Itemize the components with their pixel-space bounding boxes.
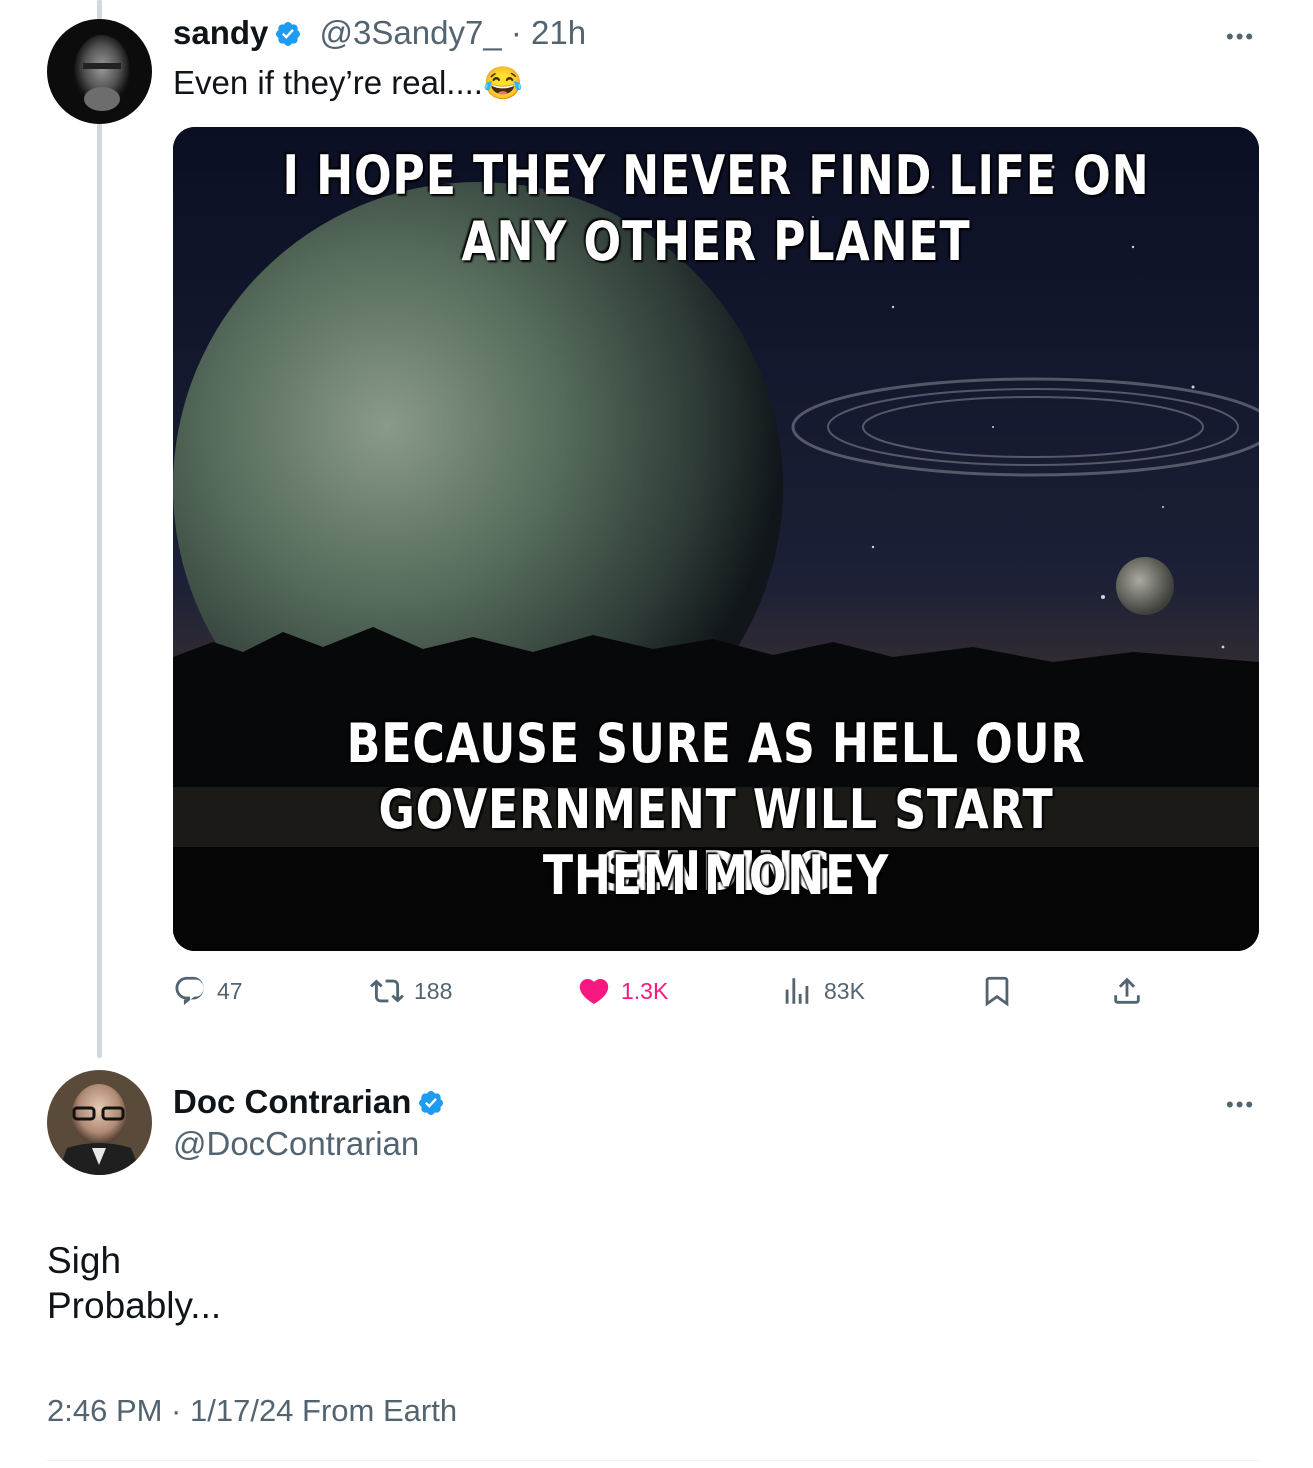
bookmark-button[interactable] [980, 974, 1014, 1008]
meme-top-line-1: I HOPE THEY NEVER FIND LIFE ON [282, 144, 1150, 207]
laughing-emoji-icon: 😂 [482, 65, 523, 101]
handle[interactable]: @DocContrarian [173, 1125, 419, 1163]
bottom-divider [47, 1460, 1260, 1461]
like-count: 1.3K [621, 977, 669, 1004]
views-chart-icon [785, 978, 809, 1004]
repost-count: 188 [414, 977, 453, 1004]
more-options-button[interactable]: ••• [1226, 24, 1255, 50]
thread-connector-line [97, 0, 102, 1058]
doc-contrarian-avatar[interactable] [47, 1070, 152, 1175]
avatar-image [47, 1070, 152, 1175]
reply-icon [175, 976, 204, 1006]
reply-header-name: Doc Contrarian [173, 1083, 445, 1121]
tweet-text-content: Even if they’re real.... [173, 64, 483, 101]
meme-bottom-line-1: BECAUSE SURE AS HELL OUR [346, 712, 1086, 775]
avatar-image [47, 19, 152, 124]
display-name[interactable]: sandy [173, 14, 268, 51]
ellipsis-icon: ••• [1226, 1092, 1256, 1117]
bookmark-icon [985, 976, 1009, 1007]
more-options-button[interactable]: ••• [1226, 1092, 1255, 1118]
tweet-image[interactable]: I HOPE THEY NEVER FIND LIFE ON ANY OTHER… [173, 127, 1259, 951]
views-button[interactable]: 83K [780, 974, 865, 1008]
verified-badge-icon [411, 1091, 445, 1117]
share-upload-icon [1114, 977, 1140, 1004]
repost-button[interactable]: 188 [370, 974, 452, 1008]
share-button[interactable] [1110, 974, 1144, 1008]
tweet-metadata[interactable]: 2:46 PM · 1/17/24 From Earth [47, 1393, 457, 1429]
meme-bottom-line-3: THEM MONEY [542, 844, 890, 907]
tweet-text: Even if they’re real....😂 [173, 64, 523, 102]
handle[interactable]: @3Sandy7_ [320, 14, 502, 51]
heart-filled-icon [579, 978, 609, 1004]
verified-badge-icon [268, 14, 302, 51]
reply-button[interactable]: 47 [173, 974, 243, 1008]
reply-text-line-2: Probably... [47, 1285, 222, 1326]
reply-text-line-1: Sigh [47, 1240, 122, 1281]
meme-top-line-2: ANY OTHER PLANET [461, 210, 971, 273]
separator-dot: · [510, 14, 522, 51]
ellipsis-icon: ••• [1226, 24, 1256, 49]
repost-icon [370, 979, 404, 1003]
like-button[interactable]: 1.3K [577, 974, 668, 1008]
reply-count: 47 [217, 977, 243, 1004]
views-count: 83K [824, 977, 865, 1004]
display-name[interactable]: Doc Contrarian [173, 1083, 411, 1120]
reply-text: Sigh Probably... [47, 1238, 221, 1328]
tweet-header: sandy @3Sandy7_ · 21h [173, 14, 586, 52]
timestamp[interactable]: 21h [531, 14, 586, 51]
sandy-avatar[interactable] [47, 19, 152, 124]
